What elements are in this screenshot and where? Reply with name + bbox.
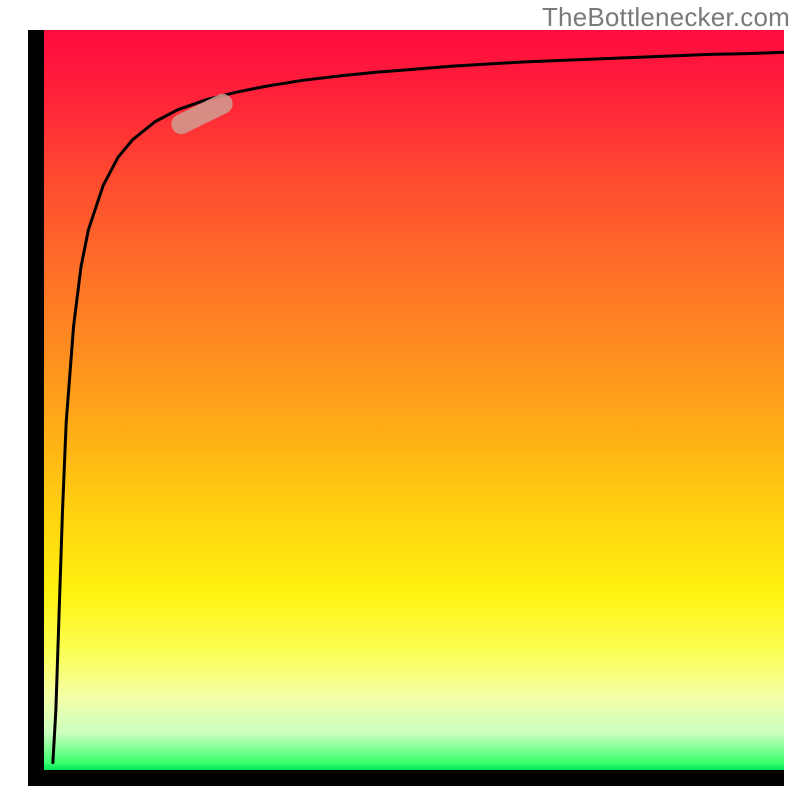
bottleneck-curve-path bbox=[53, 52, 784, 762]
watermark-text: TheBottlenecker.com bbox=[542, 2, 790, 33]
curve-svg bbox=[44, 30, 784, 770]
chart-frame: TheBottlenecker.com bbox=[0, 0, 800, 800]
chart-plot-area bbox=[44, 30, 784, 770]
